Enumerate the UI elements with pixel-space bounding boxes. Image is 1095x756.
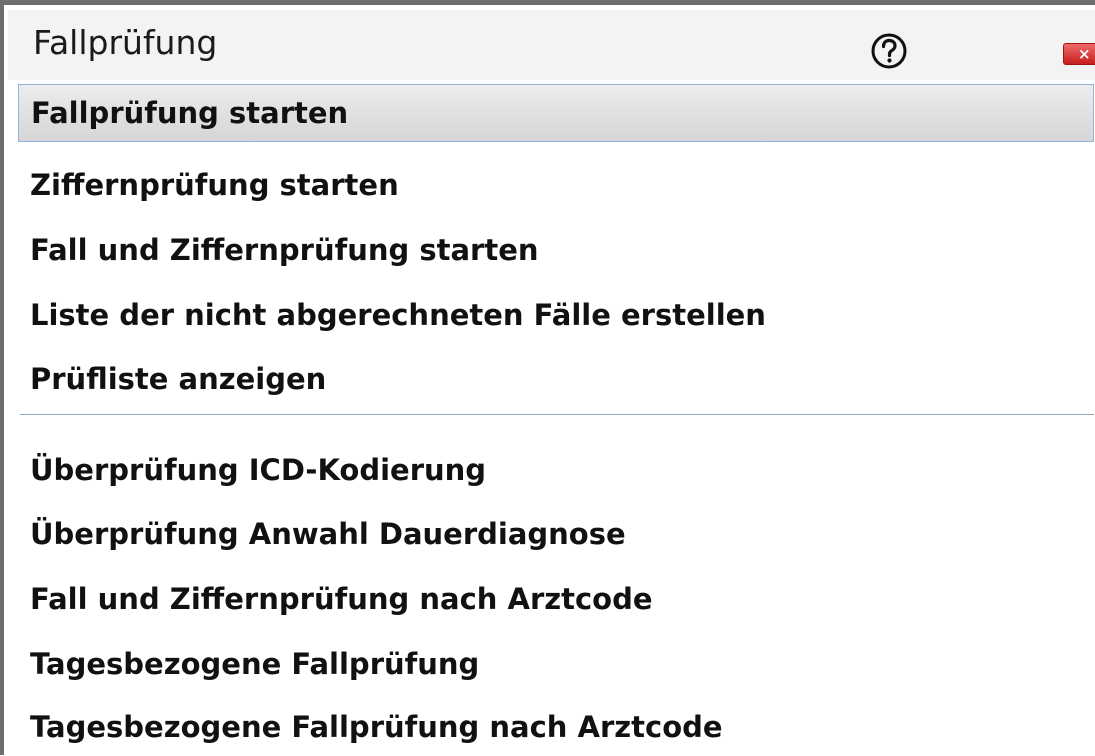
help-icon[interactable] bbox=[870, 32, 908, 70]
close-icon: × bbox=[1078, 45, 1091, 63]
menu-item-fall-ziffernpruefung-arztcode[interactable]: Fall und Ziffernprüfung nach Arztcode bbox=[18, 570, 1094, 628]
menu-item-ueberpruefung-anwahl-dauerdiagnose[interactable]: Überprüfung Anwahl Dauerdiagnose bbox=[18, 505, 1094, 563]
title-bar: Fallprüfung × bbox=[8, 10, 1095, 80]
menu-item-label: Ziffernprüfung starten bbox=[30, 168, 399, 202]
menu-separator bbox=[20, 414, 1094, 415]
menu-item-fall-und-ziffernpruefung-starten[interactable]: Fall und Ziffernprüfung starten bbox=[18, 221, 1094, 279]
menu-item-label: Fallprüfung starten bbox=[31, 96, 349, 130]
menu-item-liste-nicht-abgerechnete-faelle[interactable]: Liste der nicht abgerechneten Fälle erst… bbox=[18, 286, 1094, 344]
dialog-window: Fallprüfung × Fallprüfung starten Ziffer… bbox=[0, 0, 1095, 755]
menu-item-label: Fall und Ziffernprüfung starten bbox=[30, 233, 539, 267]
menu-item-label: Überprüfung ICD-Kodierung bbox=[30, 453, 487, 487]
menu-item-ziffernpruefung-starten[interactable]: Ziffernprüfung starten bbox=[18, 156, 1094, 214]
menu-item-label: Tagesbezogene Fallprüfung bbox=[30, 647, 480, 681]
menu-item-tagesbezogene-fallpruefung[interactable]: Tagesbezogene Fallprüfung bbox=[18, 635, 1094, 693]
window-title: Fallprüfung bbox=[33, 23, 218, 62]
menu-item-label: Liste der nicht abgerechneten Fälle erst… bbox=[30, 298, 766, 332]
menu-item-pruefliste-anzeigen[interactable]: Prüfliste anzeigen bbox=[18, 350, 1094, 408]
menu-item-fallpruefung-starten[interactable]: Fallprüfung starten bbox=[18, 84, 1094, 142]
menu-item-tagesbezogene-fallpruefung-arztcode[interactable]: Tagesbezogene Fallprüfung nach Arztcode bbox=[18, 698, 1094, 756]
menu-item-label: Überprüfung Anwahl Dauerdiagnose bbox=[30, 517, 626, 551]
close-button[interactable]: × bbox=[1063, 43, 1095, 65]
menu-item-ueberpruefung-icd-kodierung[interactable]: Überprüfung ICD-Kodierung bbox=[18, 441, 1094, 499]
menu-item-label: Tagesbezogene Fallprüfung nach Arztcode bbox=[30, 710, 723, 744]
menu-item-label: Fall und Ziffernprüfung nach Arztcode bbox=[30, 582, 653, 616]
menu-item-label: Prüfliste anzeigen bbox=[30, 362, 327, 396]
